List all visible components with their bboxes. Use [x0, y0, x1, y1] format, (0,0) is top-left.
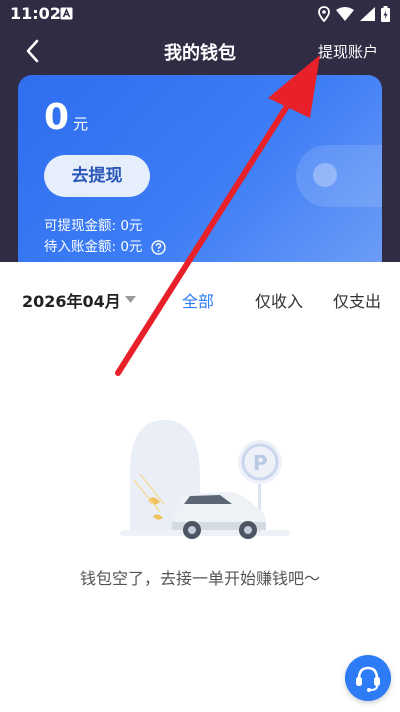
tab-all[interactable]: 全部: [182, 288, 214, 312]
empty-state-text: 钱包空了，去接一单开始赚钱吧～: [79, 569, 320, 588]
battery-icon: [381, 6, 390, 22]
wallet-decoration-dot: [313, 163, 337, 187]
svg-text:P: P: [253, 451, 268, 475]
customer-service-button[interactable]: [345, 655, 391, 701]
withdrawable-amount: 可提现金额: 0元: [44, 218, 143, 234]
status-icons: [318, 5, 390, 23]
balance: 0元: [44, 97, 88, 138]
notification-icon: [60, 7, 73, 20]
headset-icon: [356, 666, 380, 692]
pending-amount-row: 待入账金额: 0元: [44, 235, 166, 255]
pending-amount: 待入账金额: 0元: [44, 239, 143, 255]
status-time: 11:02: [10, 4, 61, 23]
withdraw-button[interactable]: 去提现: [44, 155, 150, 197]
nav-bar: 我的钱包 提现账户: [0, 28, 400, 74]
balance-unit: 元: [73, 115, 89, 133]
month-select[interactable]: 2026年04月: [22, 288, 136, 312]
caret-down-icon: [124, 296, 136, 303]
filter-row: 2026年04月 全部 仅收入 仅支出: [0, 288, 400, 312]
content-panel: 2026年04月 全部 仅收入 仅支出 P 钱包空了，去接一单开始赚钱吧～: [0, 262, 400, 712]
month-label: 2026年04月: [22, 292, 121, 311]
signal-icon: [360, 7, 375, 21]
empty-car-illustration: P: [120, 420, 290, 539]
wifi-icon: [336, 7, 354, 21]
wallet-decoration: [296, 145, 382, 207]
tab-expense-only[interactable]: 仅支出: [333, 288, 381, 312]
balance-amount: 0: [44, 97, 70, 138]
status-bar: 11:02: [0, 0, 400, 28]
location-icon: [318, 6, 330, 22]
tab-income-only[interactable]: 仅收入: [255, 288, 303, 312]
withdraw-account-link[interactable]: 提现账户: [318, 41, 378, 62]
wallet-card: 0元 去提现 可提现金额: 0元 待入账金额: 0元: [18, 75, 382, 275]
help-icon[interactable]: [151, 239, 166, 255]
